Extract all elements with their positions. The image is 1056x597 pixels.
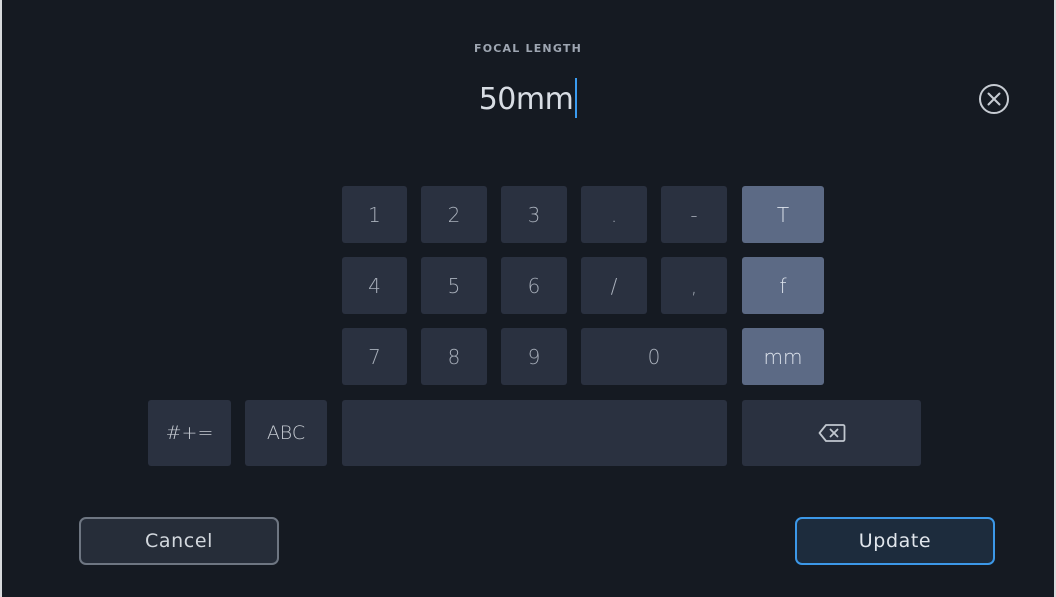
update-button[interactable]: Update <box>795 517 995 565</box>
key-5[interactable]: 5 <box>421 257 487 314</box>
value-text: 50mm <box>478 82 574 117</box>
cancel-button[interactable]: Cancel <box>79 517 279 565</box>
key-mm[interactable]: mm <box>742 328 824 385</box>
key-space[interactable] <box>342 400 727 466</box>
key-dot[interactable]: . <box>581 186 647 243</box>
key-6[interactable]: 6 <box>501 257 567 314</box>
key-8[interactable]: 8 <box>421 328 487 385</box>
key-3[interactable]: 3 <box>501 186 567 243</box>
key-comma[interactable]: , <box>661 257 727 314</box>
field-label: FOCAL LENGTH <box>474 42 582 55</box>
key-4[interactable]: 4 <box>342 257 407 314</box>
key-symbols[interactable]: #+= <box>148 400 231 466</box>
text-caret <box>575 78 578 118</box>
key-t[interactable]: T <box>742 186 824 243</box>
key-0[interactable]: 0 <box>581 328 727 385</box>
key-1[interactable]: 1 <box>342 186 407 243</box>
key-slash[interactable]: / <box>581 257 647 314</box>
keypad-dialog: FOCAL LENGTH 50mm 1 2 3 . - T 4 5 6 / , … <box>0 0 1056 597</box>
key-dash[interactable]: - <box>661 186 727 243</box>
key-f[interactable]: f <box>742 257 824 314</box>
key-9[interactable]: 9 <box>501 328 567 385</box>
key-7[interactable]: 7 <box>342 328 407 385</box>
key-2[interactable]: 2 <box>421 186 487 243</box>
close-button[interactable] <box>977 82 1011 116</box>
backspace-icon <box>818 424 845 442</box>
key-backspace[interactable] <box>742 400 921 466</box>
value-input[interactable]: 50mm <box>0 78 1056 118</box>
close-circle-icon <box>979 84 1009 114</box>
key-abc[interactable]: ABC <box>245 400 327 466</box>
